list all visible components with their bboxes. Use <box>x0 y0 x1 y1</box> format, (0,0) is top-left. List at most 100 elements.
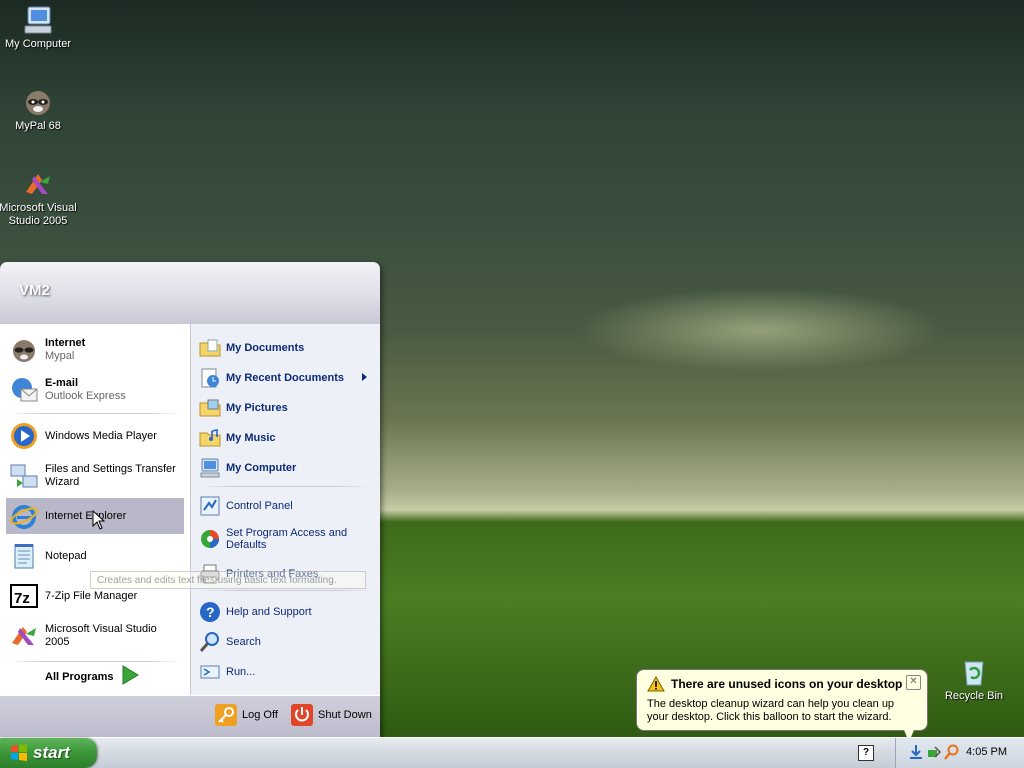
pinned-title: Internet <box>45 337 86 349</box>
log-off-label: Log Off <box>242 709 278 721</box>
place-label: Help and Support <box>226 606 312 618</box>
tray-search-icon[interactable] <box>944 744 960 763</box>
desktop-icon-label: Recycle Bin <box>944 690 1004 702</box>
internet-explorer-icon <box>9 501 39 531</box>
folder-icon <box>199 337 221 359</box>
place-my-pictures[interactable]: My Pictures <box>197 394 375 422</box>
start-menu: VM2 Internet Mypal E-mail Outlook Express <box>0 262 380 738</box>
notepad-icon <box>9 541 39 571</box>
recycle-bin-icon <box>958 656 990 688</box>
balloon-title: There are unused icons on your desktop <box>671 677 903 691</box>
balloon-text: The desktop cleanup wizard can help you … <box>647 698 895 723</box>
right-pane-separator <box>201 486 371 487</box>
computer-icon <box>22 4 54 36</box>
pictures-folder-icon <box>199 397 221 419</box>
submenu-arrow-icon <box>362 373 367 381</box>
taskbar-clock[interactable]: 4:05 PM <box>966 746 1007 758</box>
pinned-title: E-mail <box>45 377 79 389</box>
place-run[interactable]: Run... <box>197 658 375 686</box>
pinned-subtitle: Mypal <box>45 350 75 362</box>
place-label: My Computer <box>226 462 297 474</box>
recent-notepad[interactable]: Notepad <box>6 538 184 574</box>
left-pane-separator <box>8 413 182 414</box>
tray-network-icon[interactable] <box>908 744 924 763</box>
all-programs-label: All Programs <box>45 670 114 683</box>
mouse-cursor-icon <box>92 509 106 533</box>
search-icon <box>199 631 221 653</box>
computer-icon <box>199 457 221 479</box>
right-pane-separator <box>201 590 371 591</box>
place-control-panel[interactable]: Control Panel <box>197 492 375 520</box>
green-arrow-icon <box>121 665 140 688</box>
recent-files-settings-transfer[interactable]: Files and Settings Transfer Wizard <box>6 458 184 494</box>
start-button[interactable]: start <box>0 738 97 768</box>
shut-down-button[interactable]: Shut Down <box>291 704 372 726</box>
recent-windows-media-player[interactable]: Windows Media Player <box>6 418 184 454</box>
start-menu-body: Internet Mypal E-mail Outlook Express Wind… <box>0 324 380 696</box>
svg-text:?: ? <box>206 604 215 620</box>
recent-label: Files and Settings Transfer Wizard <box>45 463 176 488</box>
place-set-program-access[interactable]: Set Program Access and Defaults <box>197 522 375 556</box>
desktop-icon-label: My Computer <box>4 38 72 50</box>
outlook-express-icon <box>9 375 39 405</box>
balloon-close-button[interactable]: ✕ <box>906 675 921 690</box>
recent-label: Microsoft Visual Studio 2005 <box>45 623 157 648</box>
desktop-cleanup-balloon[interactable]: There are unused icons on your desktop ✕… <box>636 669 928 731</box>
place-my-music[interactable]: My Music <box>197 424 375 452</box>
place-label: My Documents <box>226 342 305 354</box>
warning-icon <box>647 675 665 695</box>
all-programs-button[interactable]: All Programs <box>45 665 140 688</box>
system-tray: 4:05 PM <box>895 738 1024 768</box>
desktop-icon-label: MyPal 68 <box>15 120 61 132</box>
pinned-email[interactable]: E-mail Outlook Express <box>6 372 184 408</box>
desktop-icon-my-computer[interactable]: My Computer <box>0 4 78 51</box>
place-label: My Music <box>226 432 276 444</box>
recent-label: Notepad <box>45 549 87 562</box>
key-icon <box>215 704 237 726</box>
start-menu-right-pane: My Documents My Recent Documents My Pict… <box>191 324 380 696</box>
recent-label: 7-Zip File Manager <box>45 589 138 602</box>
power-icon <box>291 704 313 726</box>
tray-safely-remove-icon[interactable] <box>926 744 942 763</box>
place-search[interactable]: Search <box>197 628 375 656</box>
transfer-wizard-icon <box>9 461 39 491</box>
recent-label: Windows Media Player <box>45 429 157 442</box>
place-my-documents[interactable]: My Documents <box>197 334 375 362</box>
visual-studio-icon <box>22 168 54 200</box>
taskbar-help-icon[interactable]: ? <box>858 745 874 761</box>
music-folder-icon <box>199 427 221 449</box>
place-label: Set Program Access and Defaults <box>226 527 348 551</box>
taskbar: start ? 4:05 PM <box>0 737 1024 768</box>
desktop-icon-recycle-bin[interactable]: Recycle Bin <box>934 656 1014 703</box>
mypal-icon <box>9 335 39 365</box>
program-access-icon <box>199 528 221 550</box>
desktop-icon-visual-studio[interactable]: Microsoft Visual Studio 2005 <box>0 168 78 228</box>
recent-documents-icon <box>199 367 221 389</box>
desktop-icon-mypal[interactable]: MyPal 68 <box>0 86 78 133</box>
visual-studio-icon <box>9 621 39 651</box>
place-my-recent-documents[interactable]: My Recent Documents <box>197 364 375 392</box>
raccoon-icon <box>22 86 54 118</box>
log-off-button[interactable]: Log Off <box>215 704 278 726</box>
place-help-support[interactable]: ? Help and Support <box>197 598 375 626</box>
place-label: Search <box>226 636 261 648</box>
start-label: start <box>33 743 70 762</box>
7zip-icon: 7z <box>9 581 39 611</box>
media-player-icon <box>9 421 39 451</box>
start-menu-header: VM2 <box>0 262 380 325</box>
place-label: Run... <box>226 666 256 678</box>
user-name: VM2 <box>19 282 50 299</box>
start-menu-footer: Log Off Shut Down <box>0 695 380 738</box>
place-label: Control Panel <box>226 500 293 512</box>
notepad-tooltip: Creates and edits text files using basic… <box>90 571 366 589</box>
pinned-internet[interactable]: Internet Mypal <box>6 332 184 368</box>
svg-text:7z: 7z <box>14 590 30 607</box>
control-panel-icon <box>199 495 221 517</box>
pinned-subtitle: Outlook Express <box>45 390 126 402</box>
run-icon <box>199 661 221 683</box>
place-my-computer[interactable]: My Computer <box>197 454 375 482</box>
place-label: My Recent Documents <box>226 372 344 384</box>
desktop-icon-label: Microsoft Visual Studio 2005 <box>0 202 77 227</box>
recent-visual-studio[interactable]: Microsoft Visual Studio 2005 <box>6 618 184 654</box>
place-label: My Pictures <box>226 402 288 414</box>
